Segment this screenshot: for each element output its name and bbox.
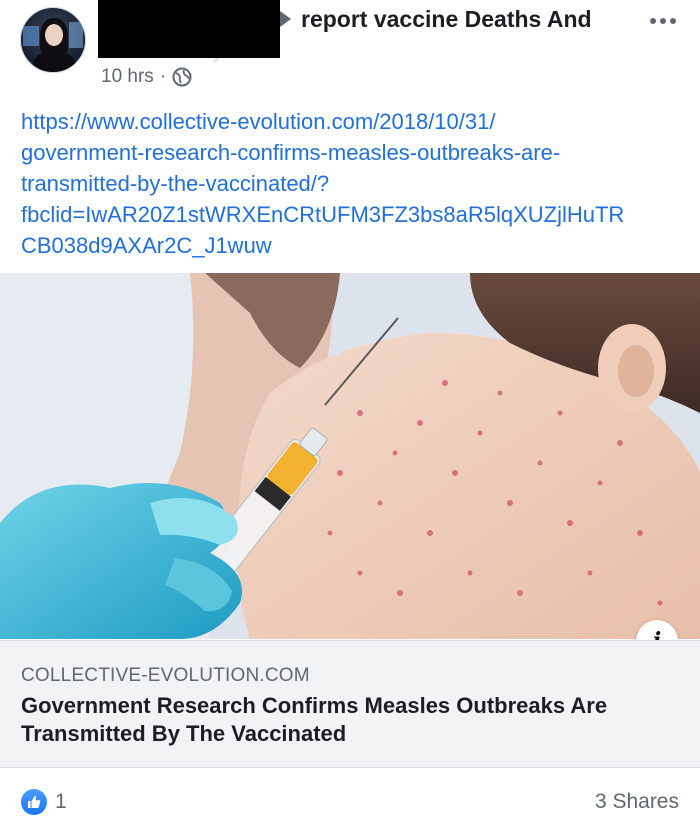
post-link[interactable]: https://www.collective-evolution.com/201… (21, 106, 691, 261)
post-time[interactable]: 10 hrs (101, 66, 154, 88)
preview-photo (0, 273, 700, 639)
post-link-line[interactable]: government-research-confirms-measles-out… (21, 137, 691, 168)
link-card-domain: COLLECTIVE-EVOLUTION.COM (21, 665, 310, 686)
link-card-title-line: Transmitted By The Vaccinated (21, 721, 347, 746)
thumbs-up-icon (28, 796, 41, 808)
link-preview-image[interactable] (0, 273, 700, 639)
globe-icon (172, 67, 192, 87)
link-card[interactable]: COLLECTIVE-EVOLUTION.COM Government Rese… (0, 640, 700, 768)
shares-count[interactable]: 3 Shares (595, 790, 679, 814)
post-header-title[interactable]: report vaccine Deaths And (301, 6, 592, 33)
link-card-title-line: Government Research Confirms Measles Out… (21, 693, 608, 718)
post-meta: 10 hrs · (101, 66, 192, 88)
more-options-icon[interactable] (650, 18, 676, 24)
post-link-line[interactable]: transmitted-by-the-vaccinated/? (21, 168, 691, 199)
post-link-line[interactable]: fbclid=IwAR20Z1stWRXEnCRtUFM3FZ3bs8aR5lq… (21, 199, 691, 230)
avatar[interactable] (20, 7, 86, 73)
arrow-right-icon (280, 11, 291, 27)
link-card-title[interactable]: Government Research Confirms Measles Out… (21, 692, 681, 748)
like-icon[interactable] (21, 789, 47, 815)
meta-separator: · (159, 66, 167, 87)
reaction-count[interactable]: 1 (55, 790, 67, 814)
post-footer: 1 3 Shares (0, 768, 700, 828)
post-link-line[interactable]: CB038d9AXAr2C_J1wuw (21, 230, 691, 261)
post-header: report vaccine Deaths And Vaccine Injuri… (0, 0, 700, 95)
redaction-bar (98, 32, 280, 58)
post-link-line[interactable]: https://www.collective-evolution.com/201… (21, 106, 691, 137)
